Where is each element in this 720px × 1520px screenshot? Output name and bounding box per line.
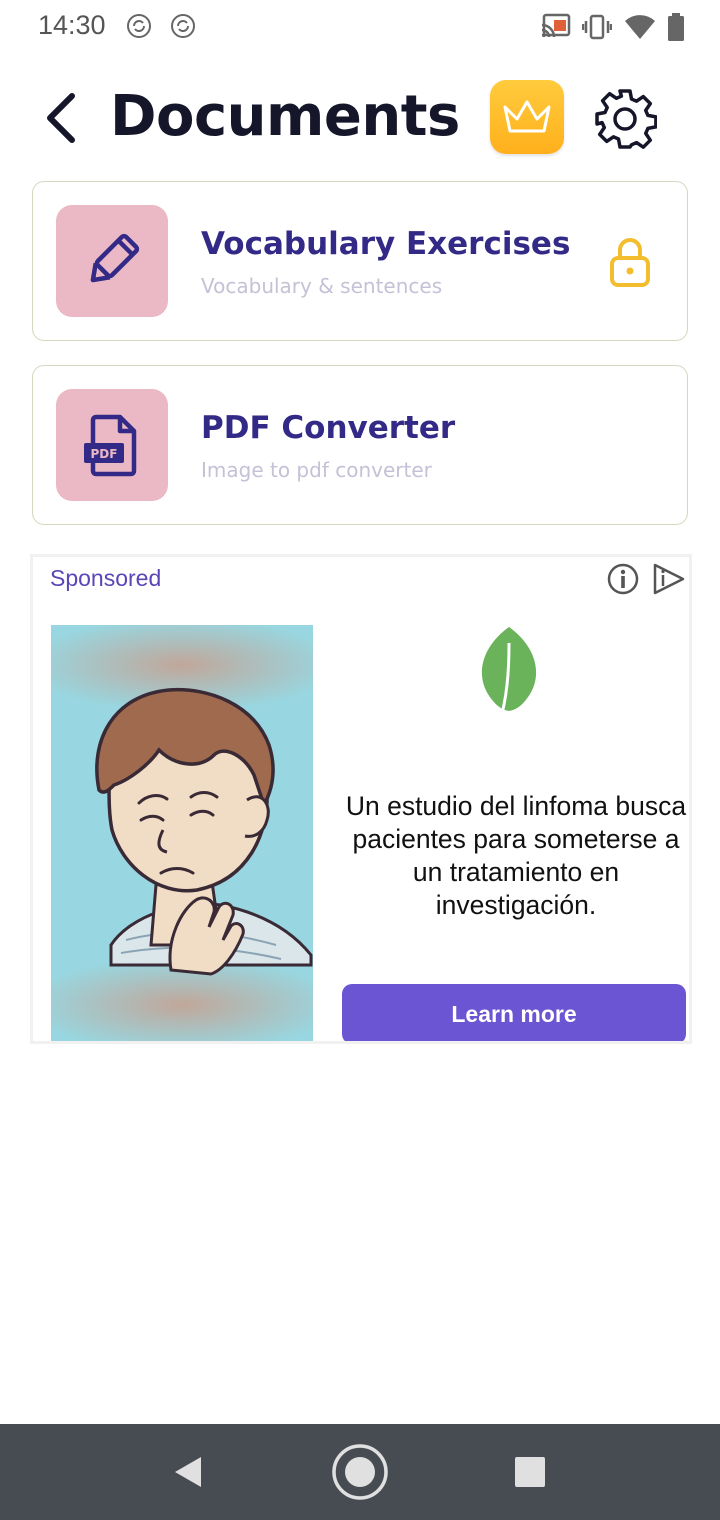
recents-square-icon [515,1457,545,1487]
info-icon[interactable] [606,562,640,596]
status-time: 14:30 [38,10,106,40]
crown-icon [503,100,551,133]
sync-icon [127,14,151,38]
card-title: PDF Converter [201,410,456,446]
card-subtitle: Image to pdf converter [201,458,432,482]
wifi-icon [625,15,655,39]
learn-more-button[interactable]: Learn more [342,984,686,1041]
nav-recents-button[interactable] [500,1442,560,1502]
battery-icon [668,13,684,41]
page-title: Documents [110,84,460,149]
leaf-icon [481,627,537,726]
premium-button[interactable] [490,80,564,154]
card-subtitle: Vocabulary & sentences [201,274,443,298]
card-icon-tile [56,205,168,317]
back-button[interactable] [36,88,86,148]
gear-icon [595,89,657,149]
card-vocabulary-exercises[interactable]: Vocabulary Exercises Vocabulary & senten… [32,181,688,341]
sync-icon [171,14,195,38]
card-pdf-converter[interactable]: PDF PDF Converter Image to pdf converter [32,365,688,525]
vibrate-icon [582,14,612,40]
ad-illustration[interactable] [51,625,313,1041]
card-icon-tile: PDF [56,389,168,501]
pencil-icon [90,233,140,283]
nav-back-button[interactable] [158,1442,218,1502]
header: Documents [0,70,720,170]
home-circle-icon [332,1444,388,1500]
pdf-file-icon: PDF [84,414,137,477]
back-triangle-icon [175,1457,201,1487]
card-title: Vocabulary Exercises [201,226,571,262]
system-nav-bar [0,1424,720,1520]
cast-icon [541,13,571,38]
chevron-left-icon [47,93,75,143]
settings-button[interactable] [590,84,660,154]
sponsored-ad[interactable]: Sponsored Un estudio del linfoma busca p… [30,554,692,1044]
nav-home-button[interactable] [330,1442,390,1502]
pdf-icon-label: PDF [91,447,118,461]
ad-headline: Un estudio del linfoma busca pacientes p… [345,791,687,920]
adchoices-icon[interactable] [651,562,687,596]
lock-icon [605,234,655,290]
sponsored-label: Sponsored [50,565,162,591]
status-bar: 14:30 [0,0,720,56]
